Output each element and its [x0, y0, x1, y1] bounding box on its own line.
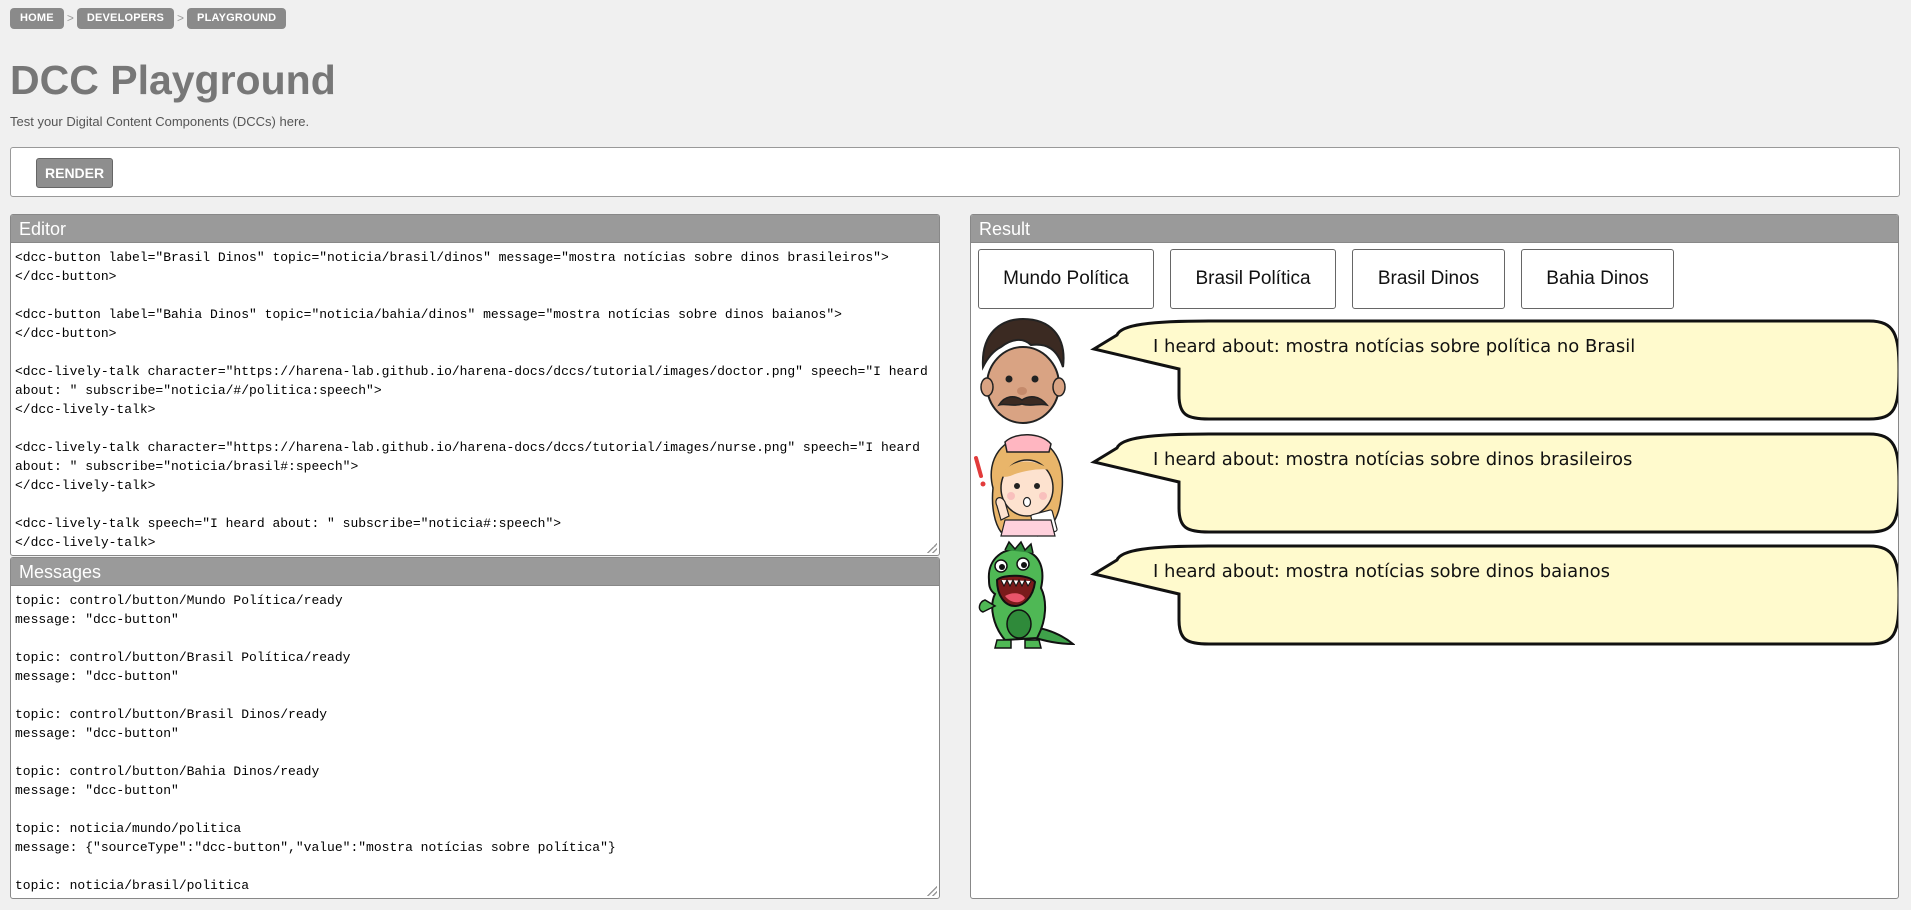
- speech-text: I heard about: mostra notícias sobre din…: [1153, 449, 1633, 470]
- brasil-politica-button[interactable]: Brasil Política: [1170, 249, 1336, 309]
- messages-resize-handle[interactable]: [927, 886, 937, 896]
- render-button[interactable]: RENDER: [36, 158, 114, 188]
- lively-talk-dinosaur: I heard about: mostra notícias sobre din…: [971, 540, 1898, 650]
- editor-textarea[interactable]: <dcc-button label="Brasil Dinos" topic="…: [11, 243, 939, 555]
- bahia-dinos-button[interactable]: Bahia Dinos: [1521, 249, 1674, 309]
- result-button-row: Mundo Política Brasil Política Brasil Di…: [978, 249, 1674, 309]
- toolbar: RENDER: [10, 147, 1900, 197]
- brasil-dinos-button[interactable]: Brasil Dinos: [1352, 249, 1505, 309]
- result-header: Result: [971, 215, 1898, 243]
- page-title: DCC Playground: [10, 57, 336, 103]
- editor-panel: Editor <dcc-button label="Brasil Dinos" …: [10, 214, 940, 556]
- breadcrumb-developers[interactable]: DEVELOPERS: [76, 8, 175, 29]
- speech-text: I heard about: mostra notícias sobre pol…: [1153, 336, 1636, 357]
- speech-text: I heard about: mostra notícias sobre din…: [1153, 561, 1610, 582]
- editor-resize-handle[interactable]: [927, 543, 937, 553]
- messages-panel: Messages topic: control/button/Mundo Pol…: [10, 557, 940, 899]
- breadcrumb-playground[interactable]: PLAYGROUND: [187, 8, 287, 29]
- mundo-politica-button[interactable]: Mundo Política: [978, 249, 1154, 309]
- breadcrumb-separator: >: [66, 11, 74, 25]
- lively-talk-nurse: I heard about: mostra notícias sobre din…: [971, 428, 1898, 538]
- speech-bubble: [1090, 319, 1898, 421]
- dinosaur-avatar-icon: [978, 540, 1075, 649]
- doctor-avatar-icon: [980, 317, 1066, 424]
- speech-bubble: [1090, 432, 1898, 534]
- editor-header: Editor: [11, 215, 939, 243]
- breadcrumb-home[interactable]: HOME: [10, 8, 64, 29]
- messages-textarea[interactable]: topic: control/button/Mundo Política/rea…: [11, 586, 939, 898]
- result-panel: Result Mundo Política Brasil Política Br…: [970, 214, 1899, 899]
- page-subtitle: Test your Digital Content Components (DC…: [10, 114, 310, 129]
- speech-bubble: [1090, 544, 1898, 646]
- breadcrumb: HOME > DEVELOPERS > PLAYGROUND: [10, 8, 287, 29]
- breadcrumb-separator: >: [177, 11, 185, 25]
- nurse-avatar-icon: [974, 434, 1064, 537]
- messages-header: Messages: [11, 558, 939, 586]
- lively-talk-doctor: I heard about: mostra notícias sobre pol…: [971, 315, 1898, 425]
